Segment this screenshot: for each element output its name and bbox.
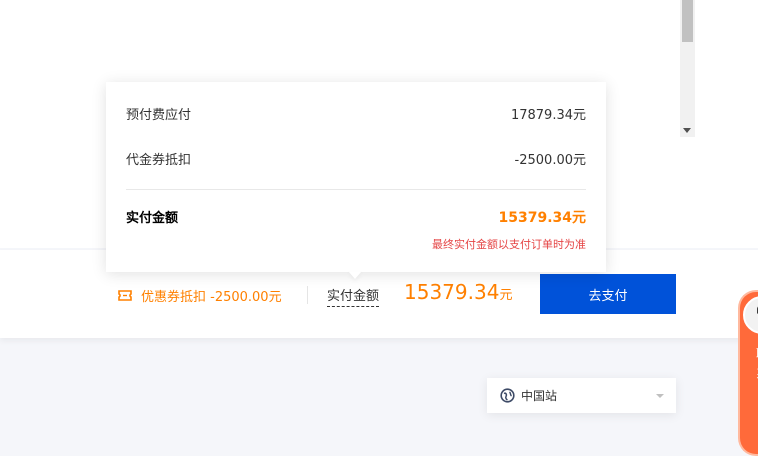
customer-service-widget[interactable]: 联系 [738, 290, 758, 456]
total-row: 实付金额 15379.34元 [126, 207, 586, 227]
scroll-down-arrow-icon[interactable] [683, 128, 691, 133]
service-avatar [743, 296, 758, 334]
voucher-row: 代金券抵扣 -2500.00元 [126, 149, 586, 168]
popover-arrow [349, 272, 361, 279]
chevron-down-icon [656, 394, 664, 398]
coupon-discount[interactable]: 优惠券抵扣 -2500.00元 [118, 286, 282, 305]
prepay-row: 预付费应付 17879.34元 [126, 104, 586, 123]
payment-note: 最终实付金额以支付订单时为准 [432, 238, 586, 251]
region-selector[interactable]: 中国站 [487, 378, 676, 413]
amount-detail-popover: 预付费应付 17879.34元 代金券抵扣 -2500.00元 实付金额 153… [106, 82, 606, 272]
voucher-label: 代金券抵扣 [126, 153, 192, 168]
popover-divider [126, 189, 586, 190]
region-label: 中国站 [521, 389, 558, 403]
prepay-label: 预付费应付 [126, 108, 192, 123]
voucher-value: -2500.00元 [514, 153, 586, 168]
actual-amount-value: 15379.34元 [404, 280, 512, 304]
actual-amount-label[interactable]: 实付金额 [327, 285, 380, 307]
coupon-discount-text: 优惠券抵扣 -2500.00元 [141, 290, 282, 305]
pay-button[interactable]: 去支付 [540, 274, 676, 314]
scrollbar[interactable] [680, 0, 695, 137]
scrollbar-thumb[interactable] [682, 0, 693, 42]
ticket-icon [118, 290, 132, 301]
divider [307, 286, 308, 304]
globe-icon [500, 388, 515, 403]
actual-amount-number: 15379.34 [404, 280, 500, 304]
total-label: 实付金额 [126, 211, 179, 226]
prepay-value: 17879.34元 [510, 108, 586, 123]
actual-amount-unit: 元 [499, 288, 513, 303]
total-value: 15379.34元 [498, 210, 586, 226]
